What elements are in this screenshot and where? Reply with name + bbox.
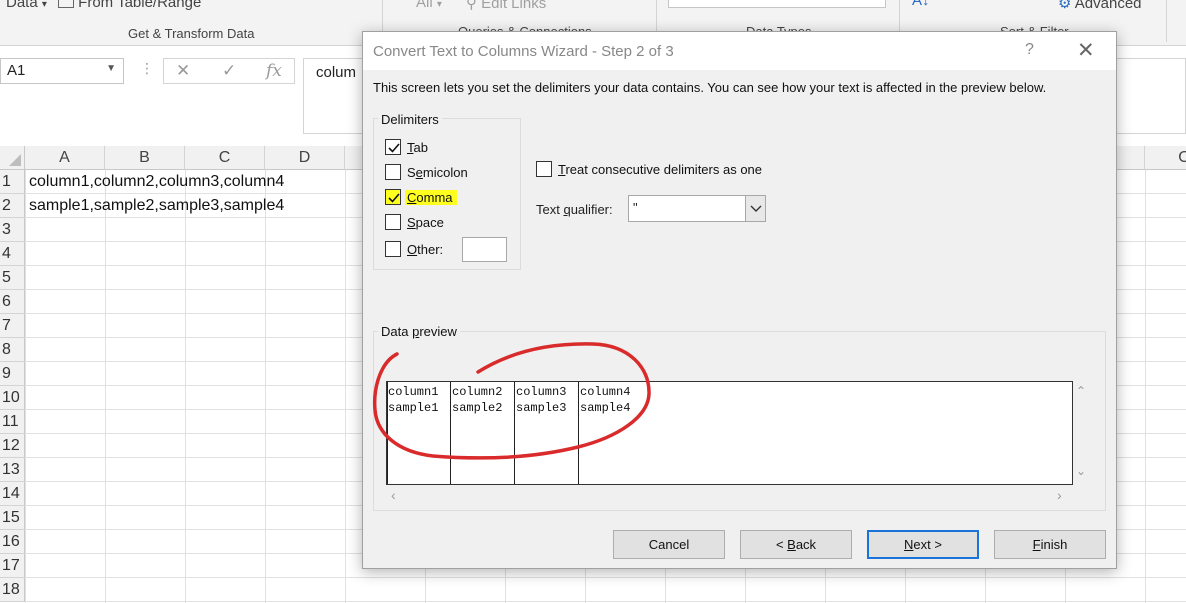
dialog-title: Convert Text to Columns Wizard - Step 2 … <box>373 43 674 60</box>
confirm-check-icon[interactable]: ✓ <box>222 61 236 81</box>
refresh-all-button[interactable]: All ▾ <box>416 0 442 11</box>
consecutive-checkbox[interactable] <box>536 161 552 177</box>
cancel-button[interactable]: Cancel <box>613 530 725 559</box>
close-icon[interactable]: ✕ <box>1077 38 1095 63</box>
delimiters-label: Delimiters <box>378 112 442 127</box>
text-qualifier-value: " <box>633 200 638 215</box>
row-header-1[interactable]: 1 <box>0 170 25 194</box>
comma-checkbox[interactable] <box>385 189 401 205</box>
preview-cell: column1 <box>388 385 439 399</box>
preview-cell: column2 <box>452 385 503 399</box>
help-icon[interactable]: ? <box>1025 41 1034 59</box>
formula-text: colum <box>316 64 357 81</box>
semicolon-checkbox[interactable] <box>385 164 401 180</box>
sort-za-icon[interactable]: A↓ <box>912 0 930 9</box>
name-box[interactable]: A1 ▼ <box>0 58 124 84</box>
preview-cell: sample1 <box>388 401 439 415</box>
column-header-o[interactable]: O <box>1145 146 1186 170</box>
row-header-9[interactable]: 9 <box>0 362 25 386</box>
checkmark-icon <box>388 143 400 153</box>
consecutive-label: Treat consecutive delimiters as one <box>558 162 763 177</box>
column-break-line[interactable] <box>450 382 451 484</box>
dialog-titlebar[interactable]: Convert Text to Columns Wizard - Step 2 … <box>363 32 1116 70</box>
row-header-4[interactable]: 4 <box>0 242 25 266</box>
column-break-line[interactable] <box>514 382 515 484</box>
checkmark-icon <box>388 193 400 203</box>
data-types-gallery[interactable] <box>668 0 886 8</box>
row-header-13[interactable]: 13 <box>0 458 25 482</box>
preview-cell: column3 <box>516 385 567 399</box>
row-header-14[interactable]: 14 <box>0 482 25 506</box>
chevron-down-icon[interactable] <box>745 196 765 221</box>
back-button[interactable]: < Back <box>740 530 852 559</box>
next-button[interactable]: Next > <box>867 530 979 559</box>
preview-cell: sample4 <box>580 401 631 415</box>
filter-gear-icon: ⚙ <box>1058 0 1072 12</box>
column-header-c[interactable]: C <box>185 146 265 170</box>
dialog-description: This screen lets you set the delimiters … <box>373 80 1047 95</box>
text-qualifier-label: Text qualifier: <box>536 202 613 217</box>
row-header-17[interactable]: 17 <box>0 554 25 578</box>
tab-checkbox[interactable] <box>385 139 401 155</box>
advanced-filter-button[interactable]: ⚙ Advanced <box>1058 0 1142 12</box>
group-get-transform: Get & Transform Data <box>128 26 255 41</box>
row-header-8[interactable]: 8 <box>0 338 25 362</box>
row-header-18[interactable]: 18 <box>0 578 25 602</box>
scroll-left-icon[interactable]: ‹ <box>391 487 396 503</box>
preview-cell: sample3 <box>516 401 567 415</box>
row-header-5[interactable]: 5 <box>0 266 25 290</box>
preview-cell: sample2 <box>452 401 503 415</box>
edit-links-button[interactable]: ⚲ Edit Links <box>466 0 546 12</box>
text-qualifier-select[interactable]: " <box>628 195 766 222</box>
column-header-b[interactable]: B <box>105 146 185 170</box>
column-header-a[interactable]: A <box>25 146 105 170</box>
row-header-2[interactable]: 2 <box>0 194 25 218</box>
row-header-15[interactable]: 15 <box>0 506 25 530</box>
other-checkbox[interactable] <box>385 241 401 257</box>
other-delimiter-input[interactable] <box>462 237 507 262</box>
scroll-right-icon[interactable]: › <box>1057 487 1062 503</box>
formula-buttons: ✕ ✓ fx <box>163 58 295 84</box>
cell-a1[interactable]: column1,column2,column3,column4 <box>29 170 284 194</box>
chevron-down-icon[interactable]: ▼ <box>106 63 116 74</box>
row-header-12[interactable]: 12 <box>0 434 25 458</box>
row-header-7[interactable]: 7 <box>0 314 25 338</box>
finish-button[interactable]: Finish <box>994 530 1106 559</box>
scroll-down-icon[interactable]: ⌄ <box>1076 464 1086 478</box>
row-header-11[interactable]: 11 <box>0 410 25 434</box>
data-preview-pane[interactable]: column1 column2 column3 column4 sample1 … <box>386 381 1073 485</box>
preview-cell: column4 <box>580 385 631 399</box>
get-data-button[interactable]: Data ▾ <box>6 0 47 11</box>
row-header-6[interactable]: 6 <box>0 290 25 314</box>
name-box-value: A1 <box>7 62 26 79</box>
comma-label: Comma <box>405 190 457 205</box>
from-table-range-button[interactable]: From Table/Range <box>58 0 201 11</box>
select-all-corner[interactable] <box>0 146 25 170</box>
tab-label: Tab <box>407 140 428 155</box>
link-icon: ⚲ <box>466 0 477 12</box>
convert-text-to-columns-dialog: Convert Text to Columns Wizard - Step 2 … <box>362 31 1117 569</box>
other-label: Other: <box>407 242 444 257</box>
table-icon <box>58 0 74 9</box>
space-checkbox[interactable] <box>385 214 401 230</box>
scroll-up-icon[interactable]: ⌃ <box>1076 384 1086 398</box>
semicolon-label: Semicolon <box>407 165 468 180</box>
cancel-x-icon[interactable]: ✕ <box>176 61 190 81</box>
data-preview-label: Data preview <box>378 324 460 339</box>
drag-handle-icon[interactable]: ⋮ <box>140 60 154 77</box>
row-header-10[interactable]: 10 <box>0 386 25 410</box>
space-label: Space <box>407 215 444 230</box>
row-header-3[interactable]: 3 <box>0 218 25 242</box>
column-break-line[interactable] <box>578 382 579 484</box>
row-header-16[interactable]: 16 <box>0 530 25 554</box>
insert-function-icon[interactable]: fx <box>266 61 282 81</box>
column-header-d[interactable]: D <box>265 146 345 170</box>
ribbon-separator <box>1166 0 1167 42</box>
cell-a2[interactable]: sample1,sample2,sample3,sample4 <box>29 194 284 218</box>
